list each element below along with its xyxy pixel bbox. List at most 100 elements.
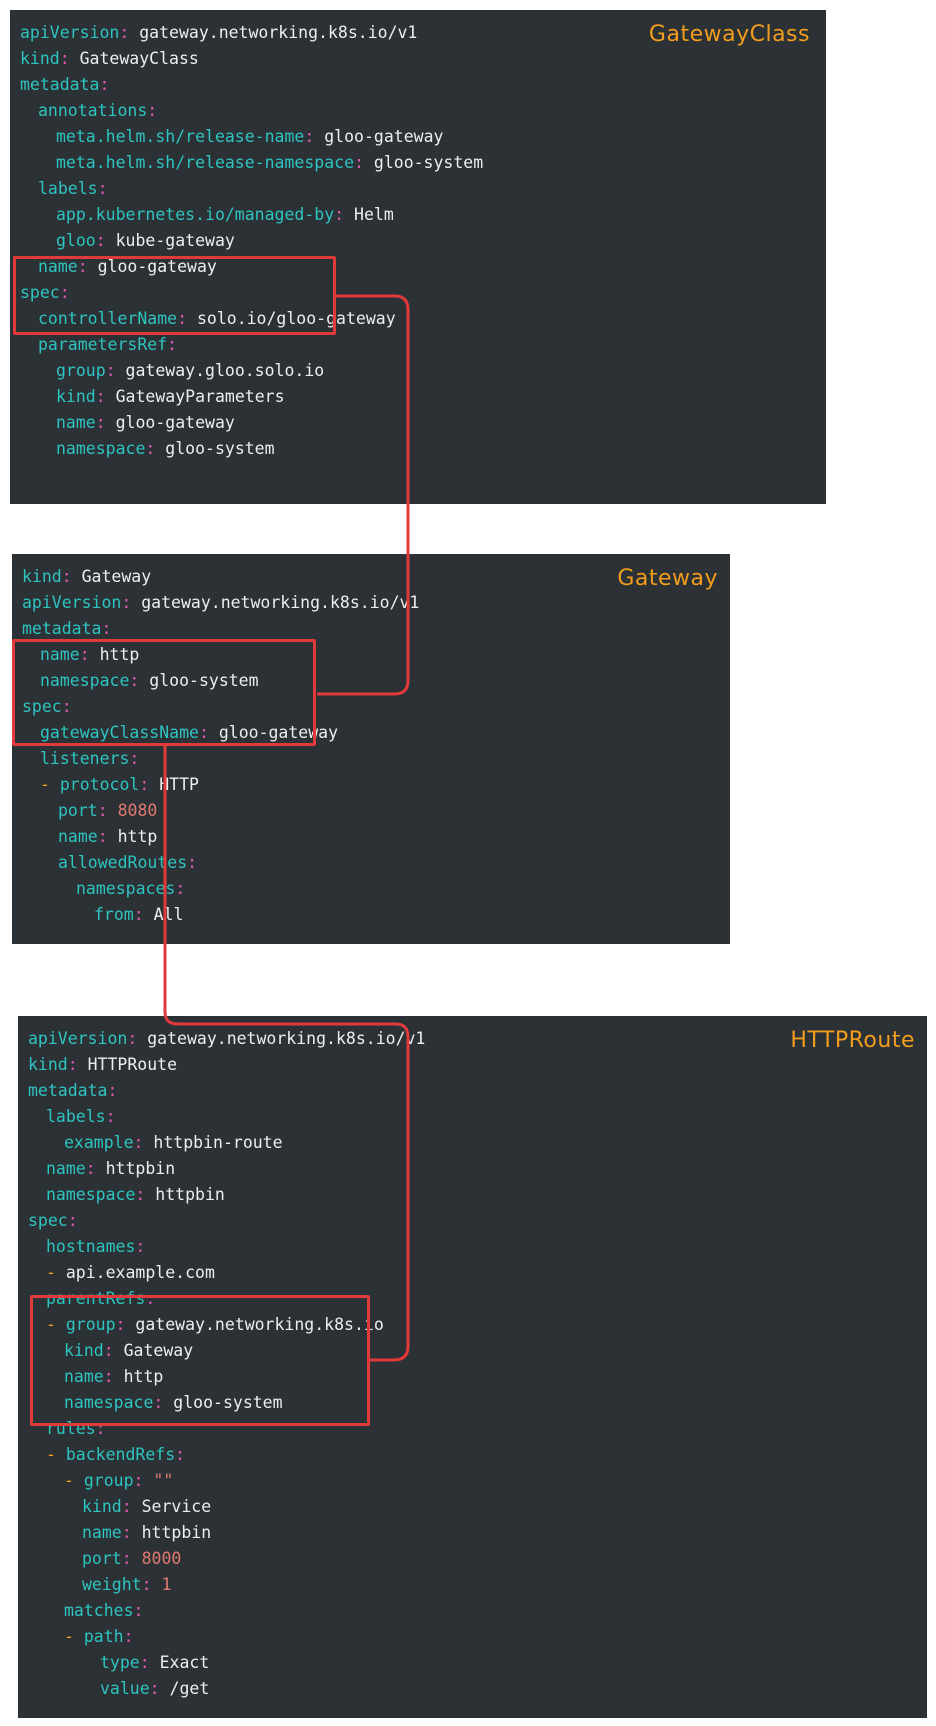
yaml-value: All xyxy=(153,905,184,924)
colon: : xyxy=(97,179,108,198)
yaml-key: meta.helm.sh/release-namespace xyxy=(56,153,355,172)
yaml-value: GatewayClass xyxy=(79,49,199,68)
code-line: metadata: xyxy=(28,1078,425,1104)
code-line: - backendRefs: xyxy=(28,1442,425,1468)
yaml-key: spec xyxy=(28,1211,68,1230)
colon: : xyxy=(139,1653,150,1672)
yaml-key: gloo xyxy=(56,231,96,250)
yaml-key: apiVersion xyxy=(22,593,122,612)
yaml-key: port xyxy=(82,1549,122,1568)
code-line: - group: "" xyxy=(28,1468,425,1494)
yaml-key: value xyxy=(100,1679,150,1698)
yaml-key: group xyxy=(56,361,106,380)
code-line: app.kubernetes.io/managed-by: Helm xyxy=(20,202,483,228)
yaml-key: kind xyxy=(22,567,62,586)
colon: : xyxy=(167,335,178,354)
colon: : xyxy=(95,387,106,406)
code-line: allowedRoutes: xyxy=(22,850,419,876)
code-line: name: httpbin xyxy=(28,1156,425,1182)
code-line: parametersRef: xyxy=(20,332,483,358)
yaml-key: apiVersion xyxy=(28,1029,128,1048)
colon: : xyxy=(133,1601,144,1620)
yaml-value: httpbin-route xyxy=(153,1133,283,1152)
colon: : xyxy=(121,1549,132,1568)
code-line: name: httpbin xyxy=(28,1520,425,1546)
code-line: apiVersion: gateway.networking.k8s.io/v1 xyxy=(28,1026,425,1052)
code-line: metadata: xyxy=(20,72,483,98)
list-dash: - xyxy=(46,1445,66,1464)
code-line: value: /get xyxy=(28,1676,425,1702)
colon: : xyxy=(97,801,108,820)
yaml-key: kind xyxy=(56,387,96,406)
list-dash: - xyxy=(64,1627,84,1646)
code-line: group: gateway.gloo.solo.io xyxy=(20,358,483,384)
gatewayclass-panel: GatewayClass apiVersion: gateway.network… xyxy=(10,10,826,504)
colon: : xyxy=(121,593,132,612)
yaml-value: gateway.networking.k8s.io/v1 xyxy=(141,593,420,612)
yaml-key: group xyxy=(83,1471,134,1490)
colon: : xyxy=(304,127,315,146)
code-line: from: All xyxy=(22,902,419,928)
code-line: labels: xyxy=(28,1104,425,1130)
colon: : xyxy=(67,1055,78,1074)
code-line: name: http xyxy=(22,824,419,850)
yaml-key: name xyxy=(82,1523,122,1542)
colon: : xyxy=(95,231,106,250)
yaml-value: httpbin xyxy=(105,1159,176,1178)
colon: : xyxy=(129,749,140,768)
code-line: kind: GatewayParameters xyxy=(20,384,483,410)
yaml-value: httpbin xyxy=(141,1523,212,1542)
yaml-key: name xyxy=(56,413,96,432)
colon: : xyxy=(101,619,112,638)
yaml-key: name xyxy=(58,827,98,846)
colon: : xyxy=(354,153,364,172)
code-line: namespace: gloo-system xyxy=(20,436,483,462)
code-line: - path: xyxy=(28,1624,425,1650)
yaml-key: meta.helm.sh/release-name xyxy=(56,127,305,146)
yaml-value: http xyxy=(117,827,158,846)
yaml-key: labels xyxy=(38,179,98,198)
highlight-parent-refs xyxy=(30,1295,370,1426)
yaml-value: gateway.networking.k8s.io/v1 xyxy=(139,23,418,42)
colon: : xyxy=(145,439,156,458)
colon: : xyxy=(187,853,198,872)
colon: : xyxy=(175,879,186,898)
code-block: apiVersion: gateway.networking.k8s.io/v1… xyxy=(20,20,483,462)
yaml-key: example xyxy=(64,1133,134,1152)
yaml-key: metadata xyxy=(28,1081,108,1100)
yaml-key: listeners xyxy=(40,749,130,768)
yaml-key: namespace xyxy=(46,1185,136,1204)
code-line: apiVersion: gateway.networking.k8s.io/v1 xyxy=(20,20,483,46)
yaml-key: protocol xyxy=(59,775,140,794)
colon: : xyxy=(97,827,108,846)
yaml-key: annotations xyxy=(38,101,148,120)
code-line: gloo: kube-gateway xyxy=(20,228,483,254)
colon: : xyxy=(85,1159,96,1178)
colon: : xyxy=(59,49,70,68)
yaml-value: Helm xyxy=(354,205,394,224)
yaml-key: from xyxy=(94,905,134,924)
yaml-value: gloo-system xyxy=(165,439,275,458)
yaml-key: matches xyxy=(64,1601,134,1620)
code-line: namespaces: xyxy=(22,876,419,902)
yaml-key: metadata xyxy=(20,75,100,94)
yaml-value: gloo-system xyxy=(373,153,484,172)
colon: : xyxy=(127,1029,138,1048)
code-line: meta.helm.sh/release-namespace: gloo-sys… xyxy=(20,150,483,176)
colon: : xyxy=(121,1523,132,1542)
code-line: port: 8080 xyxy=(22,798,419,824)
colon: : xyxy=(133,905,144,924)
code-line: type: Exact xyxy=(28,1650,425,1676)
yaml-key: path xyxy=(83,1627,124,1646)
highlight-name-controller xyxy=(13,256,336,335)
yaml-key: type xyxy=(100,1653,140,1672)
yaml-value: Gateway xyxy=(81,567,152,586)
yaml-value: HTTP xyxy=(159,775,199,794)
yaml-key: app.kubernetes.io/managed-by xyxy=(56,205,335,224)
colon: : xyxy=(123,1627,134,1646)
colon: : xyxy=(61,567,72,586)
list-dash: - xyxy=(40,775,60,794)
yaml-key: name xyxy=(46,1159,86,1178)
colon: : xyxy=(147,101,158,120)
colon: : xyxy=(133,1471,144,1490)
